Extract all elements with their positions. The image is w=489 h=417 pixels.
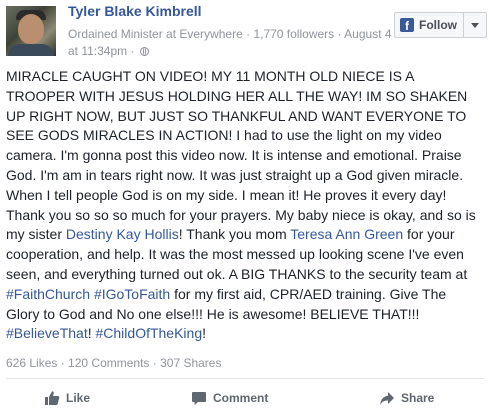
post-line: seen, and everything turned out ok. A BI… <box>6 265 468 282</box>
post-line: camera. I'm gonna post this video now. I… <box>6 147 462 164</box>
follow-button[interactable]: f Follow <box>395 13 464 37</box>
chevron-down-icon <box>471 22 479 28</box>
author-name[interactable]: Tyler Blake Kimbrell <box>68 3 202 19</box>
post-time-row: at 11:34pm · <box>68 44 149 58</box>
comment-button[interactable]: Comment <box>191 387 268 409</box>
post-line: UP RIGHT NOW, BUT JUST SO THANKFUL AND W… <box>6 107 467 124</box>
comment-label: Comment <box>213 391 269 405</box>
thumbs-up-icon <box>45 391 60 405</box>
globe-icon[interactable] <box>139 47 149 56</box>
post-line: TROOPER WITH JESUS HOLDING HER ALL THE W… <box>6 87 468 104</box>
like-label: Like <box>66 391 91 405</box>
likes-count[interactable]: 626 Likes <box>6 356 57 370</box>
avatar[interactable] <box>6 6 56 56</box>
shares-count[interactable]: 307 Shares <box>160 356 221 370</box>
post-line: Glory to God and No one else!!! He is aw… <box>6 305 420 322</box>
post-line: #BelieveThat! #ChildOfTheKing! <box>6 325 207 342</box>
like-button[interactable]: Like <box>44 387 90 409</box>
tag-destiny-kay-hollis[interactable]: Destiny Kay Hollis <box>66 226 179 242</box>
author-meta: Ordained Minister at Everywhere · 1,770 … <box>68 27 392 41</box>
post-line: my sister Destiny Kay Hollis! Thank you … <box>6 226 455 243</box>
follow-options-button[interactable] <box>464 13 486 37</box>
comment-icon <box>192 392 206 405</box>
facebook-icon: f <box>400 18 414 33</box>
tag-teresa-ann-green[interactable]: Teresa Ann Green <box>290 226 403 242</box>
post-body: MIRACLE CAUGHT ON VIDEO! MY 11 MONTH OLD… <box>6 67 484 344</box>
avatar-shirt <box>8 44 54 56</box>
post-line: cooperation, and help. It was the most m… <box>6 246 464 263</box>
follower-count: 1,770 followers <box>253 27 335 41</box>
action-bar: Like Comment Share <box>0 379 489 417</box>
author-role: Ordained Minister at Everywhere <box>68 27 243 41</box>
post-line: SEE GODS MIRACLES IN ACTION! I had to us… <box>6 127 442 144</box>
engagement-stats: 626 Likes · 120 Comments · 307 Shares <box>6 356 222 370</box>
post-header: Tyler Blake Kimbrell Ordained Minister a… <box>0 0 489 62</box>
comments-count[interactable]: 120 Comments <box>68 356 149 370</box>
follow-label: Follow <box>419 18 457 32</box>
share-label: Share <box>401 391 435 405</box>
post-line: Thank you so so so much for your prayers… <box>6 206 476 223</box>
post-line: #FaithChurch #IGoToFaith for my first ai… <box>6 285 447 302</box>
post-time[interactable]: at 11:34pm <box>68 44 127 58</box>
post-line: When I tell people God is on my side. I … <box>6 186 447 203</box>
post-date[interactable]: August 4 <box>344 27 391 41</box>
hashtag-childoftheking[interactable]: #ChildOfTheKing <box>96 325 203 341</box>
post-line: MIRACLE CAUGHT ON VIDEO! MY 11 MONTH OLD… <box>6 68 415 84</box>
avatar-face <box>18 14 44 44</box>
hashtag-believethat[interactable]: #BelieveThat <box>6 325 88 341</box>
hashtag-faithchurch[interactable]: #FaithChurch <box>6 286 90 302</box>
post-line: God. I'm am in tears right now. It was j… <box>6 166 464 183</box>
share-arrow-icon <box>380 392 394 405</box>
share-button[interactable]: Share <box>379 387 434 409</box>
hashtag-igotofaith[interactable]: #IGoToFaith <box>94 286 170 302</box>
follow-control: f Follow <box>394 12 487 38</box>
